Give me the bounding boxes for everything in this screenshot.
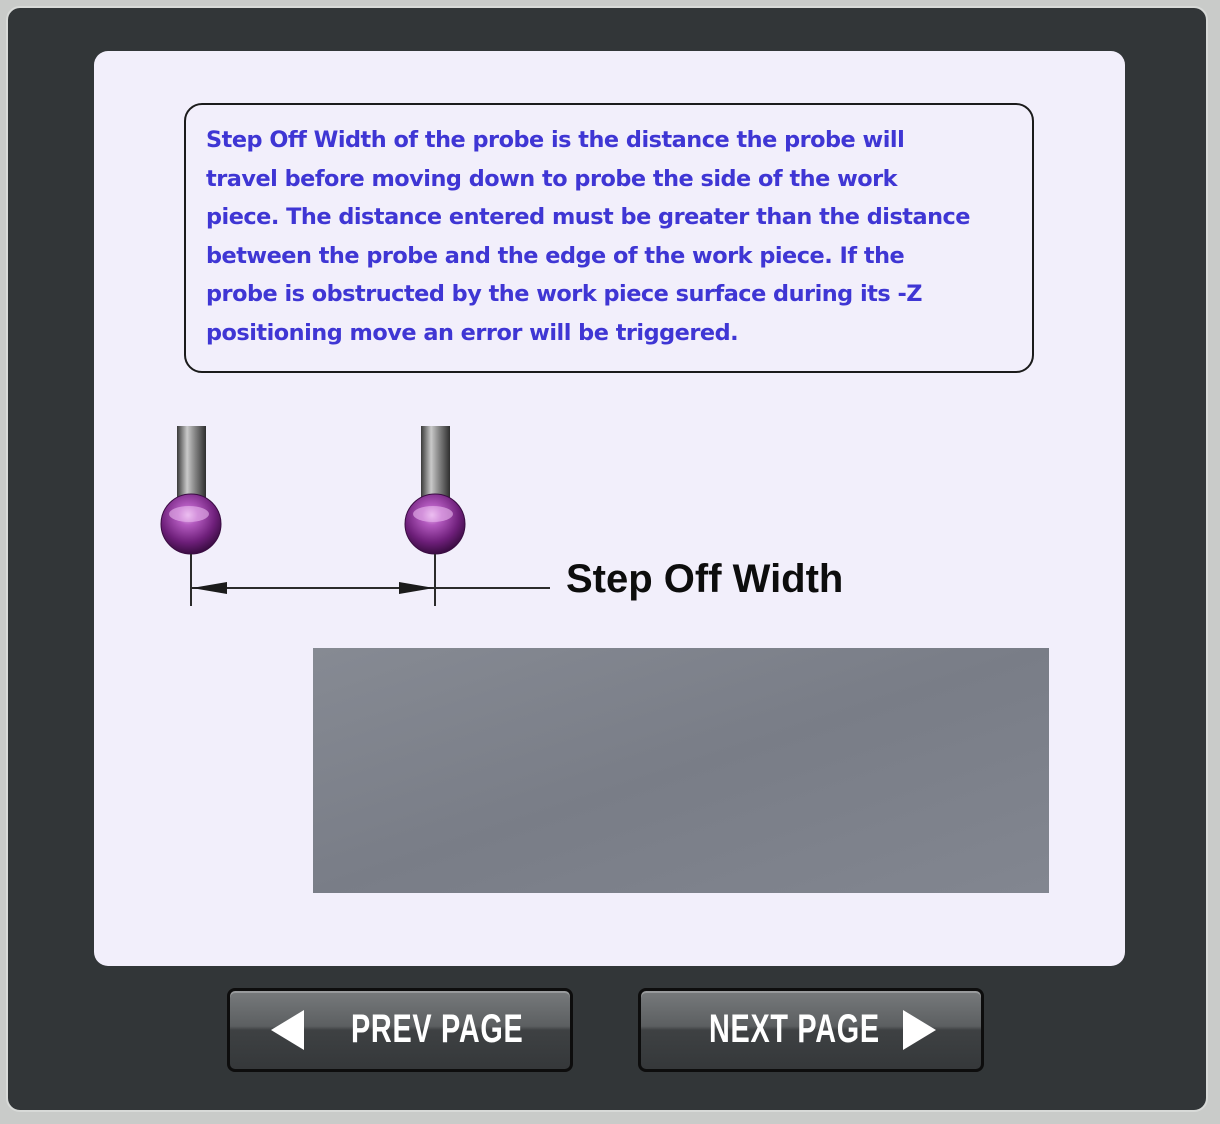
probe-right <box>404 426 466 555</box>
dimension-line <box>190 554 550 606</box>
help-window: Step Off Width of the probe is the dista… <box>6 6 1208 1112</box>
next-page-label: NEXT PAGE <box>709 1007 880 1051</box>
probe-left <box>160 426 222 555</box>
prev-page-button[interactable]: PREV PAGE <box>227 988 573 1072</box>
next-page-button[interactable]: NEXT PAGE <box>638 988 984 1072</box>
right-triangle-icon <box>903 1010 936 1050</box>
step-off-diagram <box>160 426 1049 893</box>
step-off-width-label: Step Off Width <box>566 557 844 601</box>
content-panel: Step Off Width of the probe is the dista… <box>94 51 1125 966</box>
left-triangle-icon <box>271 1010 304 1050</box>
work-piece <box>313 648 1049 893</box>
prev-page-label: PREV PAGE <box>351 1007 524 1051</box>
